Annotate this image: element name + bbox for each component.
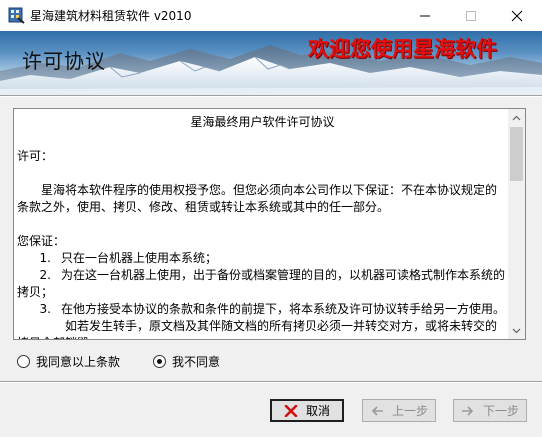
maximize-icon — [466, 10, 476, 21]
footer-divider — [0, 381, 542, 383]
license-line: 您保证： — [17, 234, 66, 248]
scroll-down-button[interactable] — [508, 322, 525, 339]
arrow-left-icon — [370, 405, 384, 417]
close-icon — [511, 10, 523, 21]
minimize-icon — [420, 15, 430, 16]
scroll-thumb[interactable] — [510, 127, 523, 181]
welcome-slogan: 欢迎您使用星海软件 — [308, 36, 497, 61]
cancel-button[interactable]: 取消 — [270, 399, 344, 422]
license-line: 许可： — [17, 149, 54, 163]
next-label: 下一步 — [482, 404, 519, 418]
disagree-radio[interactable]: 我不同意 — [153, 352, 220, 370]
minimize-button[interactable] — [402, 0, 448, 31]
license-title: 星海最终用户软件许可协议 — [190, 115, 335, 129]
disagree-radio-circle[interactable] — [153, 354, 166, 368]
app-icon — [7, 6, 25, 24]
list-number: 3. — [39, 302, 51, 316]
banner-divider — [0, 95, 542, 97]
agree-radio[interactable]: 我同意以上条款 — [17, 352, 120, 370]
license-line: 只在一台机器上使用本系统； — [61, 251, 218, 265]
next-button[interactable]: 下一步 — [453, 399, 527, 422]
page-heading: 许可协议 — [22, 49, 106, 73]
agree-label: 我同意以上条款 — [36, 354, 121, 369]
header-banner: 许可协议 欢迎您使用星海软件 — [0, 31, 542, 95]
cancel-label: 取消 — [305, 404, 330, 418]
license-line: 如若发生转手，原文档及其伴随文档的所有拷贝必须一并转交对方，或将未转交的拷贝全部… — [17, 319, 498, 339]
arrow-right-icon — [461, 405, 475, 417]
license-line: 为在这一台机器上使用，出于备份或档案管理的目的，以机器可读格式制作本系统的拷贝； — [17, 268, 506, 299]
cancel-x-icon — [284, 404, 298, 417]
chevron-down-icon — [512, 328, 521, 333]
agree-radio-circle[interactable] — [17, 354, 30, 368]
chevron-up-icon — [512, 115, 521, 120]
license-text: 星海最终用户软件许可协议 许可： 星海将本软件程序的使用权授予您。但您必须向本公… — [17, 109, 508, 339]
close-button[interactable] — [494, 0, 540, 31]
scroll-up-button[interactable] — [508, 109, 525, 126]
list-number: 1. — [39, 251, 51, 265]
window-title: 星海建筑材料租赁软件 v2010 — [30, 9, 192, 23]
previous-button[interactable]: 上一步 — [362, 399, 436, 422]
license-line: 星海将本软件程序的使用权授予您。但您必须向本公司作以下保证：不在本协议规定的条款… — [17, 183, 498, 214]
previous-label: 上一步 — [391, 404, 428, 418]
title-bar: 星海建筑材料租赁软件 v2010 — [0, 0, 542, 31]
maximize-button[interactable] — [448, 0, 494, 31]
license-text-box[interactable]: 星海最终用户软件许可协议 许可： 星海将本软件程序的使用权授予您。但您必须向本公… — [13, 108, 526, 340]
vertical-scrollbar[interactable] — [508, 109, 525, 339]
list-number: 2. — [39, 268, 51, 282]
license-line: 在他方接受本协议的条款和条件的前提下，将本系统及许可协议转手给另一方使用。 — [61, 302, 506, 316]
disagree-label: 我不同意 — [172, 354, 221, 369]
